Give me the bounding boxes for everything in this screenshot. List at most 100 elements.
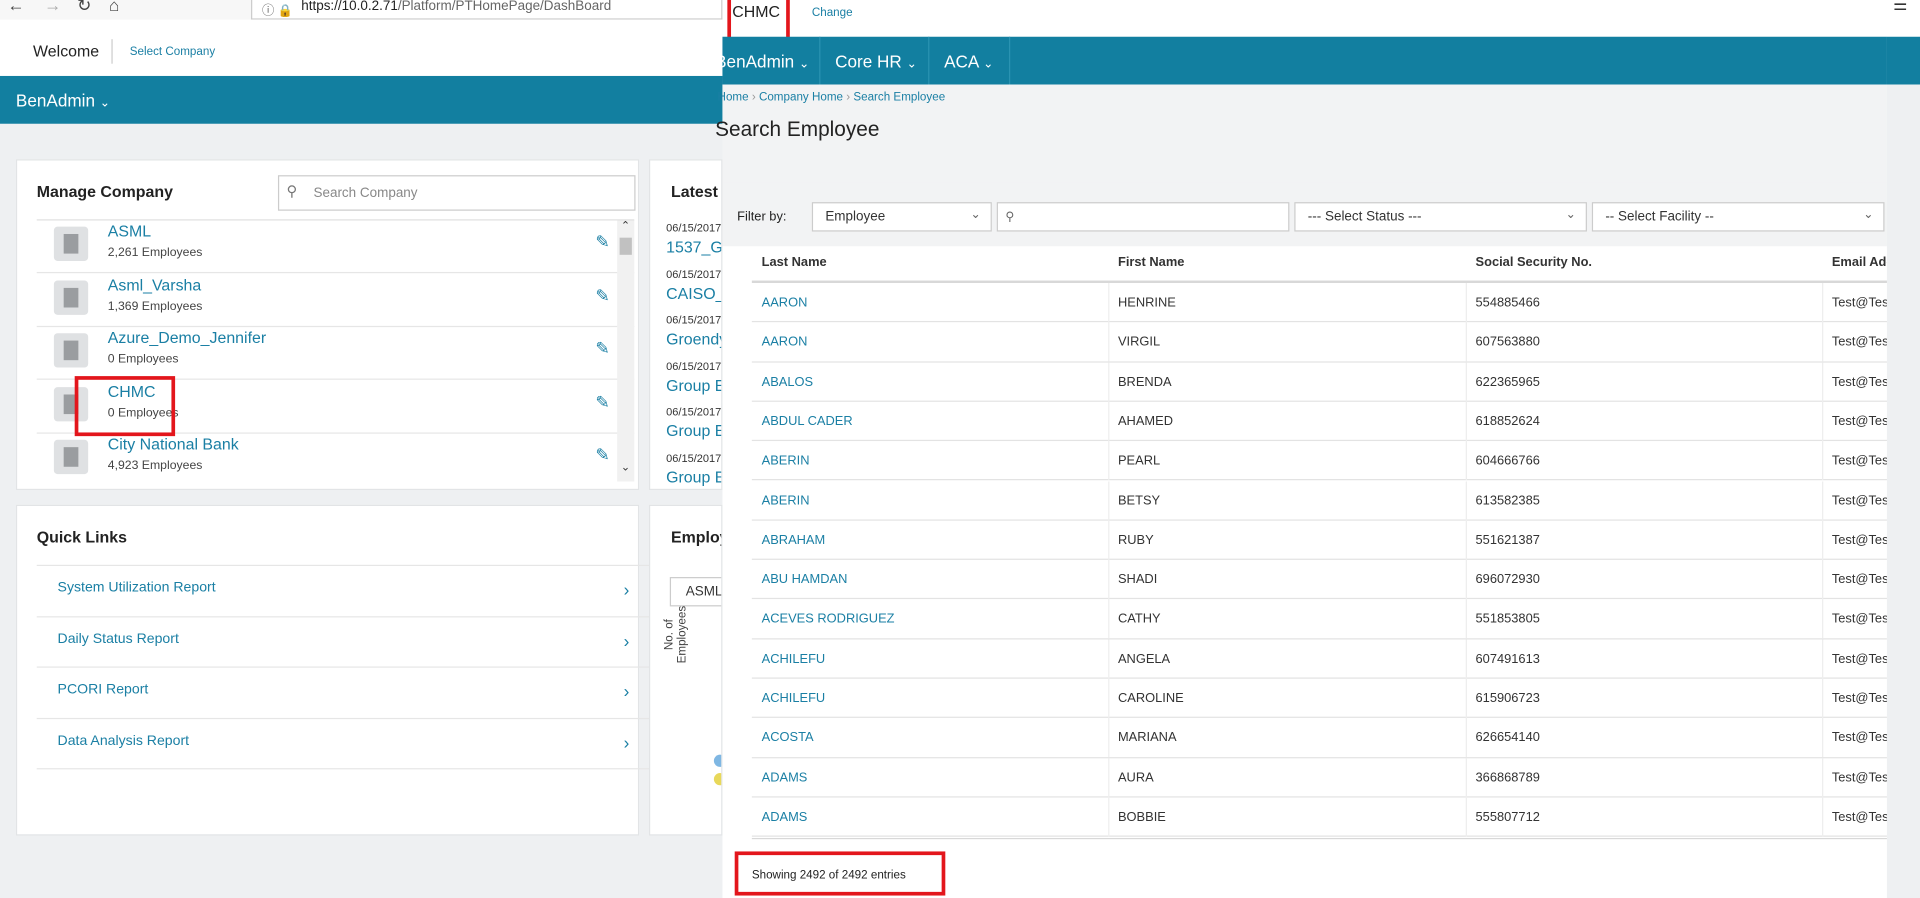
company-name[interactable]: ASML xyxy=(108,222,151,240)
latest-item-name[interactable]: CAISO_( xyxy=(666,284,721,302)
forward-icon[interactable]: → xyxy=(44,0,61,15)
table-row[interactable]: ABERIN PEARL 604666766 Test@Test xyxy=(751,441,1892,481)
latest-item-name[interactable]: Group E xyxy=(666,421,721,439)
latest-item-name[interactable]: 1537_Gi xyxy=(666,238,721,256)
edit-icon[interactable]: ✎ xyxy=(595,445,609,466)
table-row[interactable]: ADAMS BOBBIE 555807712 Test@Test xyxy=(751,797,1892,837)
status-select[interactable]: --- Select Status --- ⌄ xyxy=(1294,202,1587,232)
table-row[interactable]: AARON VIRGIL 607563880 Test@Test xyxy=(751,322,1892,363)
last-name-link[interactable]: ABU HAMDAN xyxy=(762,572,848,587)
nav-benadmin-label: BenAdmin xyxy=(715,51,795,72)
highlight-box xyxy=(74,376,176,437)
table-row[interactable]: ABALOS BRENDA 622365965 Test@Test xyxy=(751,362,1892,402)
company-row[interactable]: Azure_Demo_Jennifer 0 Employees ✎ xyxy=(36,326,635,380)
change-company-link[interactable]: Change xyxy=(812,6,853,19)
menu-icon[interactable]: ☰ xyxy=(1893,0,1907,15)
table-row[interactable]: ABERIN BETSY 613582385 Test@Test xyxy=(751,480,1892,521)
last-name-link[interactable]: ABALOS xyxy=(762,374,813,389)
column-divider xyxy=(1108,282,1110,323)
home-icon[interactable]: ⌂ xyxy=(109,0,119,15)
company-row[interactable]: Asml_Varsha 1,369 Employees ✎ xyxy=(36,273,635,327)
col-email[interactable]: Email Add xyxy=(1832,255,1894,270)
last-name-link[interactable]: ACHILEFU xyxy=(762,691,826,706)
table-row[interactable]: ABRAHAM RUBY 551621387 Test@Test xyxy=(751,520,1892,560)
company-name[interactable]: City National Bank xyxy=(108,435,239,453)
latest-item-name[interactable]: Groendy xyxy=(666,330,721,348)
divider xyxy=(751,837,1889,840)
table-row[interactable]: ABDUL CADER AHAMED 618852624 Test@Test xyxy=(751,401,1892,442)
column-divider xyxy=(1465,441,1467,481)
breadcrumb: Home › Company Home › Search Employee xyxy=(718,91,946,104)
quick-link[interactable]: System Utilization Report › xyxy=(36,564,652,616)
company-row[interactable]: ASML 2,261 Employees ✎ xyxy=(36,219,635,274)
table-row[interactable]: ABU HAMDAN SHADI 696072930 Test@Test xyxy=(751,559,1892,600)
last-name-link[interactable]: ACOSTA xyxy=(762,731,814,746)
last-name-link[interactable]: ABERIN xyxy=(762,454,810,469)
table-row[interactable]: ACEVES RODRIGUEZ CATHY 551853805 Test@Test xyxy=(751,599,1892,640)
site-info-icon[interactable]: ⓘ 🔒 xyxy=(262,0,293,18)
y-axis-label: No. of Employees xyxy=(662,592,689,678)
employee-search-input[interactable]: ⚲ xyxy=(996,202,1290,232)
company-name[interactable]: Azure_Demo_Jennifer xyxy=(108,328,266,346)
browser-toolbar: ← → ↻ ⌂ https://10.0.2.71/Platform/PTHom… xyxy=(0,0,723,20)
table-row[interactable]: AARON HENRINE 554885466 Test@Test xyxy=(751,282,1892,323)
nav-benadmin[interactable]: BenAdmin ⌄ xyxy=(715,51,809,71)
last-name-link[interactable]: ACHILEFU xyxy=(762,651,826,666)
filter-label: Filter by: xyxy=(737,209,787,225)
nav-benadmin[interactable]: BenAdmin ⌄ xyxy=(16,91,110,111)
breadcrumb-home[interactable]: Home xyxy=(718,91,749,104)
first-name-cell: SHADI xyxy=(1117,572,1158,587)
ssn-cell: 696072930 xyxy=(1475,572,1540,587)
last-name-link[interactable]: ABDUL CADER xyxy=(762,414,853,429)
facility-select[interactable]: -- Select Facility -- ⌄ xyxy=(1591,202,1885,232)
last-name-link[interactable]: ABRAHAM xyxy=(762,533,826,548)
col-last-name[interactable]: Last Name xyxy=(762,255,827,270)
latest-item-name[interactable]: Group E xyxy=(666,467,721,485)
search-company-input[interactable]: ⚲ Search Company xyxy=(277,175,636,211)
select-company-link[interactable]: Select Company xyxy=(130,45,215,58)
nav-aca[interactable]: ACA ⌄ xyxy=(944,51,993,71)
edit-icon[interactable]: ✎ xyxy=(595,338,609,359)
chevron-up-icon[interactable]: ⌃ xyxy=(621,219,630,232)
last-name-link[interactable]: ADAMS xyxy=(762,770,808,785)
breadcrumb-company-home[interactable]: Company Home xyxy=(759,91,843,104)
email-cell: Test@Test xyxy=(1831,809,1893,825)
filter-type-select[interactable]: Employee ⌄ xyxy=(811,202,992,232)
url-bar[interactable]: https://10.0.2.71/Platform/PTHomePage/Da… xyxy=(251,0,723,20)
edit-icon[interactable]: ✎ xyxy=(595,285,609,306)
last-name-link[interactable]: ADAMS xyxy=(762,810,808,825)
back-icon[interactable]: ← xyxy=(7,0,24,15)
company-row[interactable]: City National Bank 4,923 Employees ✎ xyxy=(37,432,635,483)
quick-link[interactable]: Daily Status Report › xyxy=(36,615,652,667)
employee-count: 0 Employees xyxy=(107,352,179,367)
last-name-link[interactable]: ABERIN xyxy=(762,493,810,508)
edit-icon[interactable]: ✎ xyxy=(595,391,609,412)
latest-item-name[interactable]: Group E xyxy=(666,375,721,393)
scrollbar[interactable]: ⌃ ⌄ xyxy=(617,219,635,482)
reload-icon[interactable]: ↻ xyxy=(77,0,91,16)
table-row[interactable]: ADAMS AURA 366868789 Test@Test xyxy=(751,757,1892,798)
quick-link[interactable]: PCORI Report › xyxy=(36,666,652,717)
last-name-link[interactable]: AARON xyxy=(762,335,808,350)
scrollbar-thumb[interactable] xyxy=(619,237,632,255)
table-row[interactable]: ACHILEFU CAROLINE 615906723 Test@Test xyxy=(751,678,1892,719)
table-row[interactable]: ACOSTA MARIANA 626654140 Test@Test xyxy=(751,718,1892,758)
email-cell: Test@Test xyxy=(1831,374,1893,390)
ssn-cell: 622365965 xyxy=(1475,374,1540,390)
col-ssn[interactable]: Social Security No. xyxy=(1476,255,1592,270)
col-first-name[interactable]: First Name xyxy=(1118,255,1184,270)
latest-card: Latest F 06/15/2017 1537_Gi 06/15/2017 CAIS… xyxy=(648,159,723,491)
welcome-label: Welcome xyxy=(33,41,100,61)
last-name-link[interactable]: ACEVES RODRIGUEZ xyxy=(762,612,895,627)
email-cell: Test@Test xyxy=(1831,453,1893,469)
nav-core-hr[interactable]: Core HR ⌄ xyxy=(835,51,917,71)
column-divider xyxy=(1465,322,1467,362)
first-name-cell: PEARL xyxy=(1117,453,1161,469)
ssn-cell: 604666766 xyxy=(1475,453,1540,469)
last-name-link[interactable]: AARON xyxy=(762,295,808,310)
edit-icon[interactable]: ✎ xyxy=(595,232,609,253)
quick-link[interactable]: Data Analysis Report › xyxy=(36,717,652,768)
table-row[interactable]: ACHILEFU ANGELA 607491613 Test@Test xyxy=(751,639,1892,679)
chevron-down-icon[interactable]: ⌄ xyxy=(621,461,630,474)
company-name[interactable]: Asml_Varsha xyxy=(108,275,201,293)
